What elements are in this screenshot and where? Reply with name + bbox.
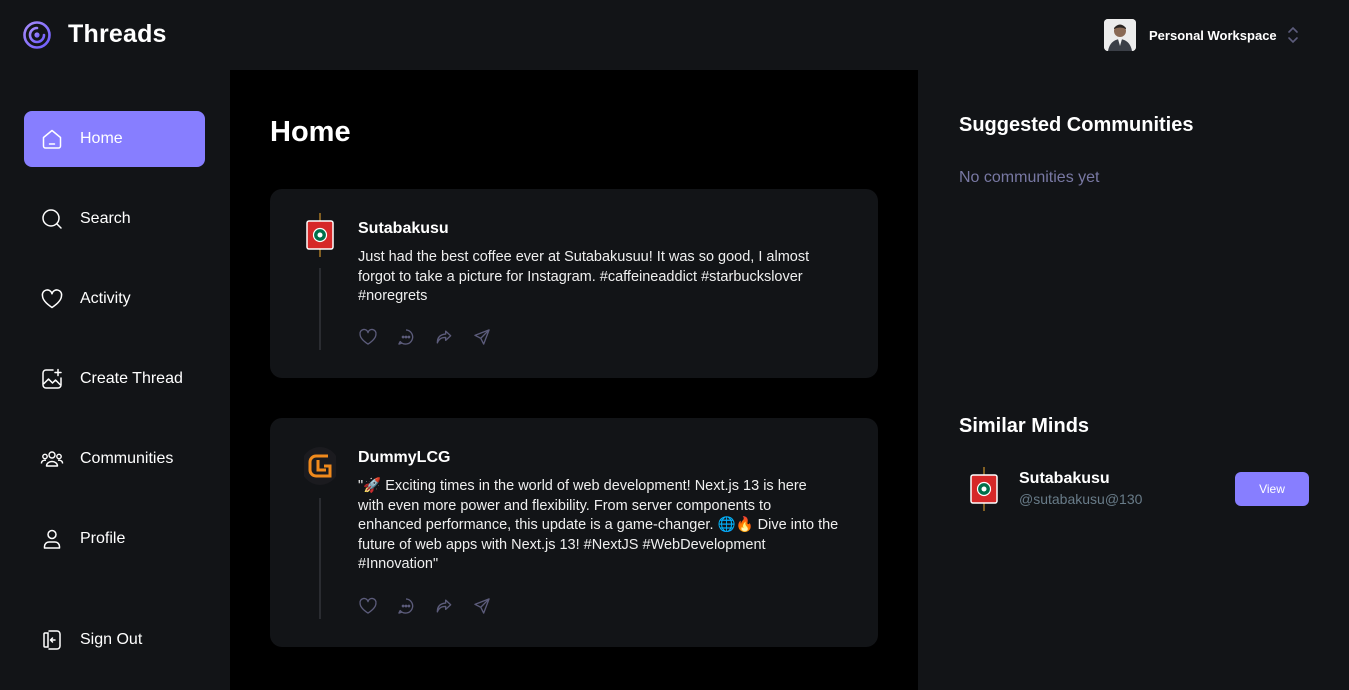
search-icon (42, 209, 62, 229)
right-sidebar: Suggested Communities No communities yet… (919, 70, 1349, 690)
starbucks-avatar-icon[interactable] (304, 213, 336, 257)
thread-text-line: Just had the best coffee ever at Sutabak… (358, 249, 810, 265)
people-icon (40, 451, 64, 467)
heart-icon (41, 289, 63, 309)
top-bar: Threads Personal Workspace (0, 0, 1349, 70)
similar-user-handle: @sutabakusu@130 (1019, 491, 1143, 507)
view-user-button[interactable]: View (1235, 472, 1309, 506)
sidebar-item-label: Search (80, 210, 131, 227)
no-communities-text: No communities yet (959, 169, 1100, 186)
thread-text: Just had the best coffee ever at Sutabak… (358, 248, 858, 307)
sidebar-item-activity[interactable]: Activity (24, 271, 205, 327)
thread-text-line: #Innovation" (358, 556, 439, 573)
thread-actions (358, 327, 492, 347)
user-photo-icon (1104, 19, 1136, 51)
left-sidebar: Home Search Activity Create Thread Commu… (0, 70, 229, 690)
user-icon (43, 529, 61, 549)
thread-author[interactable]: Sutabakusu (358, 220, 449, 238)
thread-card: Sutabakusu Just had the best coffee ever… (270, 189, 878, 378)
threads-logo-icon[interactable] (22, 20, 52, 50)
sidebar-item-label: Create Thread (80, 370, 183, 387)
sidebar-item-communities[interactable]: Communities (24, 431, 205, 487)
thread-text-line: enhanced performance, this update is a g… (358, 517, 839, 534)
sidebar-item-profile[interactable]: Profile (24, 511, 205, 567)
thread-text-line: future of web apps with Next.js 13! #Nex… (358, 536, 766, 553)
thread-actions (358, 596, 492, 616)
chevron-updown-icon (1287, 26, 1298, 44)
sidebar-item-label: Communities (80, 450, 174, 467)
sidebar-item-label: Home (80, 130, 123, 147)
main-feed: Home Sutabakusu Just had the best coffee… (230, 70, 918, 690)
sidebar-item-label: Profile (80, 530, 126, 547)
share-icon[interactable] (472, 596, 492, 616)
sign-out-icon (43, 630, 61, 650)
sidebar-item-search[interactable]: Search (24, 191, 205, 247)
starbucks-avatar-icon[interactable] (968, 467, 1000, 511)
home-icon (42, 129, 62, 149)
create-image-icon (42, 368, 62, 389)
page-title: Home (270, 116, 351, 148)
sign-out-button[interactable]: Sign Out (24, 612, 205, 668)
thread-text-line: #noregrets (358, 288, 428, 305)
thread-line (319, 498, 321, 619)
heart-icon[interactable] (358, 327, 378, 347)
thread-text-line: forgot to take a picture for Instagram. … (358, 268, 803, 285)
thread-text-line: "🚀 Exciting times in the world of web de… (358, 478, 807, 494)
lcg-logo-avatar-icon[interactable] (304, 446, 336, 486)
share-icon[interactable] (472, 327, 492, 347)
sidebar-item-home[interactable]: Home (24, 111, 205, 167)
thread-text-line: with even more power and flexibility. Fr… (358, 497, 772, 514)
thread-author[interactable]: DummyLCG (358, 449, 450, 467)
repost-icon[interactable] (434, 596, 454, 616)
similar-minds-title: Similar Minds (959, 415, 1090, 437)
repost-icon[interactable] (434, 327, 454, 347)
sidebar-item-create-thread[interactable]: Create Thread (24, 351, 205, 407)
workspace-name: Personal Workspace (1149, 27, 1277, 43)
suggested-communities-title: Suggested Communities (959, 114, 1194, 136)
sidebar-item-label: Activity (80, 290, 131, 307)
thread-card: DummyLCG "🚀 Exciting times in the world … (270, 418, 878, 647)
reply-icon[interactable] (396, 596, 416, 616)
workspace-avatar (1104, 19, 1136, 51)
similar-user-name: Sutabakusu (1019, 470, 1110, 487)
heart-icon[interactable] (358, 596, 378, 616)
thread-text: "🚀 Exciting times in the world of web de… (358, 477, 858, 575)
workspace-switcher[interactable]: Personal Workspace (1104, 19, 1299, 51)
sign-out-label: Sign Out (80, 631, 143, 648)
brand-title[interactable]: Threads (68, 20, 167, 49)
thread-line (319, 268, 321, 350)
reply-icon[interactable] (396, 327, 416, 347)
